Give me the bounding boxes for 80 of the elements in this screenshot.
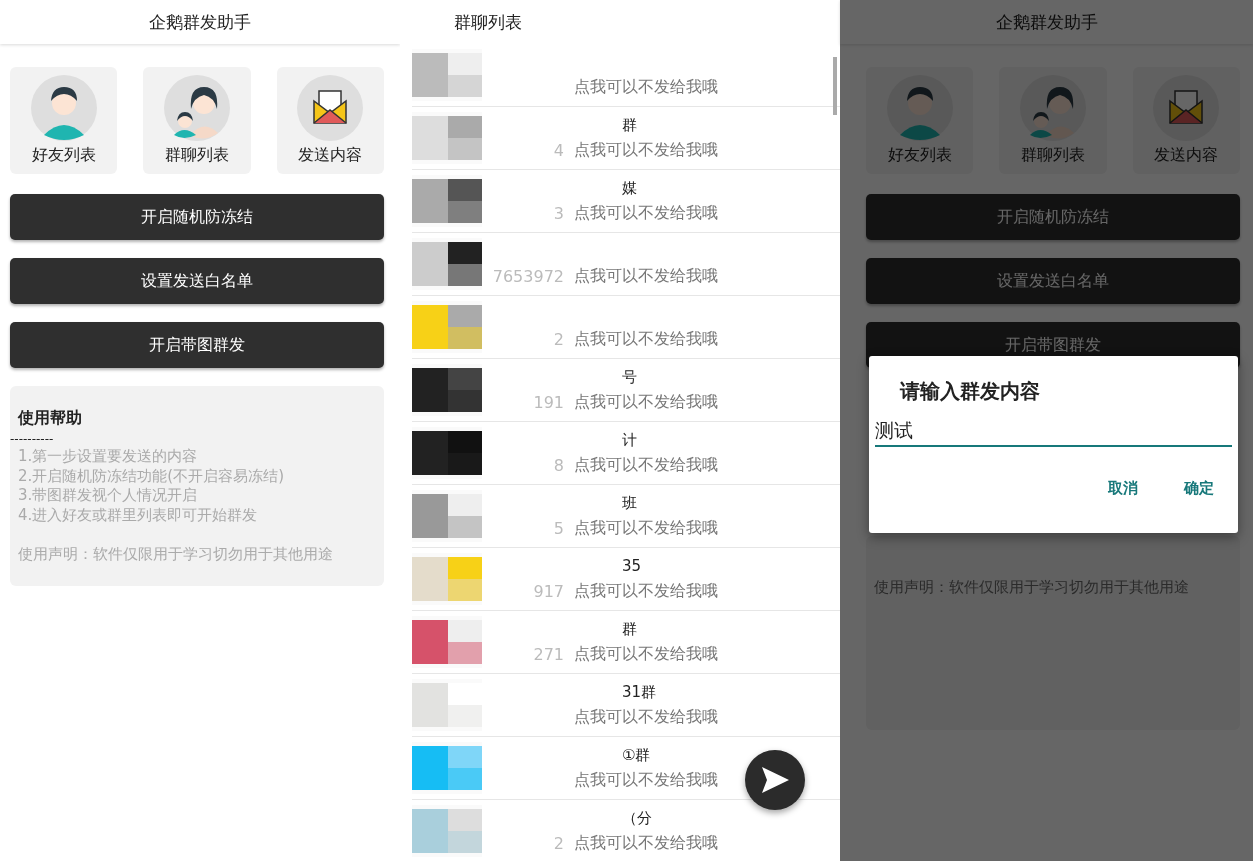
help-step: 4.进入好友或群里列表即可开始群发 bbox=[18, 505, 376, 525]
people-icon bbox=[1020, 75, 1086, 141]
group-number: 3 bbox=[553, 203, 564, 223]
tile-label: 群聊列表 bbox=[1021, 145, 1085, 166]
exclude-hint: 点我可以不发给我哦 bbox=[574, 76, 718, 98]
exclude-hint: 点我可以不发给我哦 bbox=[574, 202, 718, 224]
group-name: （分 bbox=[622, 808, 652, 827]
group-row[interactable]: 35 917 点我可以不发给我哦 bbox=[412, 548, 840, 611]
envelope-icon bbox=[297, 75, 364, 141]
group-row[interactable]: 7653972 点我可以不发给我哦 bbox=[412, 233, 840, 296]
group-row[interactable]: 计 8 点我可以不发给我哦 bbox=[412, 422, 840, 485]
person-icon bbox=[886, 75, 953, 141]
exclude-hint: 点我可以不发给我哦 bbox=[574, 643, 718, 665]
group-number: 5 bbox=[553, 518, 564, 538]
exclude-hint: 点我可以不发给我哦 bbox=[574, 139, 718, 161]
group-name: 媒 bbox=[622, 178, 637, 197]
exclude-hint: 点我可以不发给我哦 bbox=[574, 265, 718, 287]
group-number: 4 bbox=[553, 140, 564, 160]
group-name: 号 bbox=[622, 367, 637, 386]
exclude-hint: 点我可以不发给我哦 bbox=[574, 706, 718, 728]
person-icon bbox=[30, 75, 97, 141]
action-button[interactable]: 开启带图群发 bbox=[10, 322, 384, 368]
exclude-hint: 点我可以不发给我哦 bbox=[574, 832, 718, 854]
exclude-hint: 点我可以不发给我哦 bbox=[574, 328, 718, 350]
group-row[interactable]: 31群 点我可以不发给我哦 bbox=[412, 674, 840, 737]
scrollbar bbox=[833, 57, 837, 115]
dialog-title: 请输入群发内容 bbox=[900, 378, 1041, 405]
group-name: 计 bbox=[622, 430, 637, 449]
group-number: 7653972 bbox=[492, 266, 564, 286]
action-button[interactable]: 设置发送白名单 bbox=[10, 258, 384, 304]
group-name: ①群 bbox=[622, 745, 651, 764]
tile-label: 发送内容 bbox=[1154, 145, 1219, 166]
tile-label: 好友列表 bbox=[887, 145, 952, 166]
dialog-button[interactable]: 取消 bbox=[1090, 473, 1156, 504]
send-button[interactable] bbox=[745, 750, 805, 810]
tile-label: 好友列表 bbox=[31, 145, 96, 166]
app-title: 企鹅群发助手 bbox=[0, 0, 400, 44]
screen-title: 群聊列表 bbox=[453, 10, 523, 34]
group-name: 35 bbox=[622, 556, 642, 575]
input-field[interactable]: 测试 bbox=[875, 417, 1232, 447]
envelope-icon bbox=[1153, 75, 1220, 141]
group-number: 2 bbox=[553, 833, 564, 853]
tile-label: 发送内容 bbox=[298, 145, 363, 166]
menu-tile[interactable]: 好友列表 bbox=[10, 67, 118, 174]
group-number: 191 bbox=[533, 392, 564, 412]
group-row[interactable]: 2 点我可以不发给我哦 bbox=[412, 296, 840, 359]
send-icon bbox=[759, 764, 791, 796]
group-name: 班 bbox=[622, 493, 637, 512]
dialog-button[interactable]: 确定 bbox=[1166, 473, 1232, 504]
group-row[interactable]: 号 191 点我可以不发给我哦 bbox=[412, 359, 840, 422]
group-number: 2 bbox=[553, 329, 564, 349]
group-row[interactable]: 群 271 点我可以不发给我哦 bbox=[412, 611, 840, 674]
group-row[interactable]: 点我可以不发给我哦 bbox=[412, 44, 840, 107]
disclaimer-text: 使用声明：软件仅限用于学习切勿用于其他用途 bbox=[18, 545, 334, 564]
group-row[interactable]: （分 2 点我可以不发给我哦 bbox=[412, 800, 840, 861]
group-name: 群 bbox=[622, 619, 637, 638]
group-number: 917 bbox=[533, 581, 564, 601]
dash-rule: ---------- bbox=[10, 433, 55, 445]
exclude-hint: 点我可以不发给我哦 bbox=[574, 517, 718, 539]
help-step: 2.开启随机防冻结功能(不开启容易冻结) bbox=[18, 466, 376, 486]
help-step: 3.带图群发视个人情况开启 bbox=[18, 486, 376, 506]
help-step: 1.第一步设置要发送的内容 bbox=[18, 447, 376, 467]
group-row[interactable]: 群 4 点我可以不发给我哦 bbox=[412, 107, 840, 170]
group-row[interactable]: 班 5 点我可以不发给我哦 bbox=[412, 485, 840, 548]
group-row[interactable]: 媒 3 点我可以不发给我哦 bbox=[412, 170, 840, 233]
menu-tile[interactable]: 发送内容 bbox=[276, 67, 384, 174]
exclude-hint: 点我可以不发给我哦 bbox=[574, 580, 718, 602]
people-icon bbox=[164, 75, 230, 141]
group-number: 8 bbox=[553, 455, 564, 475]
tile-label: 群聊列表 bbox=[165, 145, 229, 166]
exclude-hint: 点我可以不发给我哦 bbox=[574, 769, 718, 791]
group-name: 31群 bbox=[622, 682, 657, 701]
group-number: 271 bbox=[533, 644, 564, 664]
group-name: 群 bbox=[622, 115, 637, 134]
app-title: 企鹅群发助手 bbox=[840, 0, 1253, 44]
action-button[interactable]: 开启随机防冻结 bbox=[10, 194, 384, 240]
exclude-hint: 点我可以不发给我哦 bbox=[574, 454, 718, 476]
exclude-hint: 点我可以不发给我哦 bbox=[574, 391, 718, 413]
menu-tile[interactable]: 群聊列表 bbox=[143, 67, 251, 174]
help-heading: 使用帮助 bbox=[18, 408, 83, 429]
